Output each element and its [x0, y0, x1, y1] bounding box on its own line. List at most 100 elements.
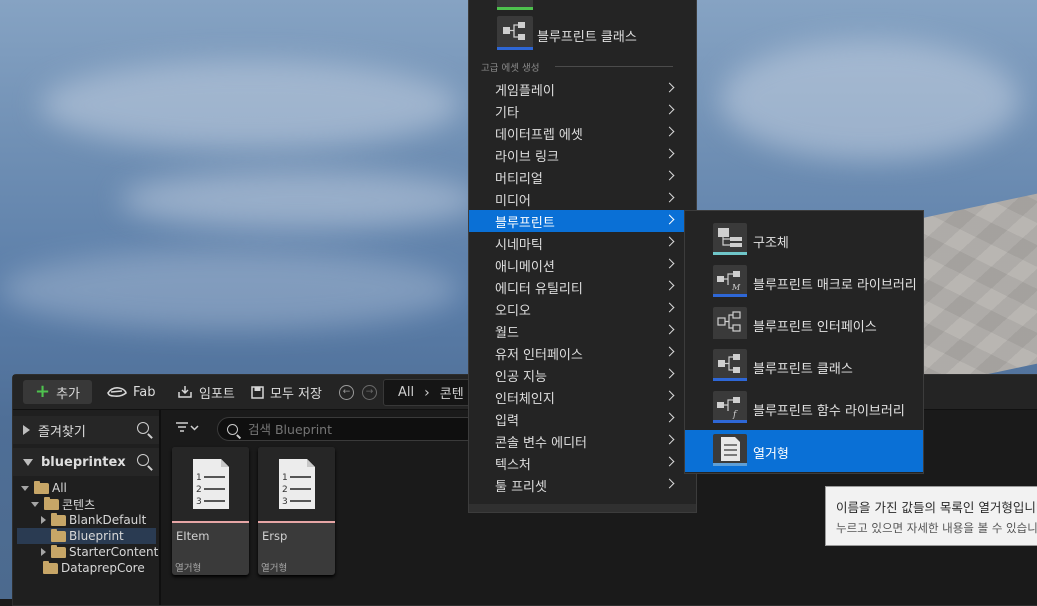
menu-item-label: 인터체인지 [495, 391, 555, 407]
search-box[interactable] [217, 417, 479, 441]
tree-item-label: DataprepCore [61, 561, 145, 575]
menu-item-label: 유저 인터페이스 [495, 347, 583, 363]
search-icon[interactable] [137, 454, 149, 466]
tooltip-hint: 누르고 있으면 자세한 내용을 볼 수 있습니다. [836, 521, 1037, 535]
search-icon [227, 423, 238, 435]
submenu-item-interface[interactable]: 블루프린트 인터페이스 [685, 303, 923, 345]
submenu-item-struct[interactable]: 구조체 [685, 219, 923, 261]
menu-item-live-link[interactable]: 라이브 링크 [469, 144, 696, 166]
menu-item-label: 텍스처 [495, 457, 531, 473]
save-all-button-label: 모두 저장 [270, 386, 322, 402]
menu-item-interchange[interactable]: 인터체인지 [469, 386, 696, 408]
menu-item-dataprep[interactable]: 데이터프렙 에셋 [469, 122, 696, 144]
asset-name: EItem [176, 529, 210, 543]
save-all-button[interactable]: 모두 저장 [243, 380, 330, 404]
svg-text:2: 2 [282, 485, 288, 495]
menu-item-animation[interactable]: 애니메이션 [469, 254, 696, 276]
filter-icon[interactable] [175, 421, 199, 437]
back-arrow-icon[interactable]: ← [339, 385, 354, 400]
project-header[interactable]: blueprintex [13, 448, 159, 476]
menu-item-label: 오디오 [495, 303, 531, 319]
menu-item-world[interactable]: 월드 [469, 320, 696, 342]
menu-item-label: 미디어 [495, 193, 531, 209]
tree-item-label: BlankDefault [69, 513, 147, 527]
function-library-icon: f [713, 391, 747, 423]
svg-text:3: 3 [196, 497, 202, 507]
tree-item-startercontent[interactable]: StarterContent [17, 544, 158, 560]
menu-item-label: 애니메이션 [495, 259, 555, 275]
import-button-label: 임포트 [199, 386, 235, 402]
menu-item-tool-presets[interactable]: 툴 프리셋 [469, 474, 696, 496]
menu-item-label: 데이터프렙 에셋 [495, 127, 583, 143]
menu-item-media[interactable]: 미디어 [469, 188, 696, 210]
chevron-right-icon [664, 456, 675, 467]
chevron-right-icon [664, 324, 675, 335]
folder-icon [43, 560, 58, 574]
menu-item-audio[interactable]: 오디오 [469, 298, 696, 320]
menu-item-cinematics[interactable]: 시네마틱 [469, 232, 696, 254]
chevron-right-icon [664, 148, 675, 159]
submenu-item-blueprint-class[interactable]: 블루프린트 클래스 [685, 345, 923, 387]
asset-tile[interactable]: 1 2 3 EItem 열거형 [172, 447, 249, 575]
menu-item-material[interactable]: 머티리얼 [469, 166, 696, 188]
chevron-right-icon [664, 390, 675, 401]
menu-item-ai[interactable]: 인공 지능 [469, 364, 696, 386]
asset-tile[interactable]: 1 2 3 Ersp 열거형 [258, 447, 335, 575]
enum-document-icon: 1 2 3 [279, 459, 315, 509]
menu-item-label: 에디터 유틸리티 [495, 281, 583, 297]
tree-item-blueprint[interactable]: Blueprint [17, 528, 156, 544]
tree-item-blankdefault[interactable]: BlankDefault [17, 512, 156, 528]
menu-item-user-interface[interactable]: 유저 인터페이스 [469, 342, 696, 364]
submenu-item-enum[interactable]: 열거형 [685, 430, 923, 472]
chevron-right-icon [664, 434, 675, 445]
blueprint-class-icon [497, 16, 533, 50]
expand-arrow-icon [41, 516, 46, 524]
submenu-item-macro-library[interactable]: M 블루프린트 매크로 라이브러리 [685, 261, 923, 303]
breadcrumb-all[interactable]: All [398, 385, 414, 400]
menu-item-label: 기타 [495, 105, 519, 121]
menu-item-input[interactable]: 입력 [469, 408, 696, 430]
menu-item-console-variables[interactable]: 콘솔 변수 에디터 [469, 430, 696, 452]
menu-item-editor-utility[interactable]: 에디터 유틸리티 [469, 276, 696, 298]
chevron-right-icon [664, 104, 675, 115]
menu-scrollbar[interactable] [469, 504, 696, 512]
tree-item-dataprepcore[interactable]: DataprepCore [17, 560, 156, 576]
search-icon[interactable] [137, 422, 149, 434]
folder-icon [51, 544, 66, 558]
folder-icon [51, 528, 66, 542]
menu-item-gameplay[interactable]: 게임플레이 [469, 78, 696, 100]
menu-item-misc[interactable]: 기타 [469, 100, 696, 122]
chevron-right-icon [664, 368, 675, 379]
blueprint-class-label[interactable]: 블루프린트 클래스 [537, 26, 637, 45]
menu-item-label: 시네마틱 [495, 237, 543, 253]
tree-item-content[interactable]: 콘텐츠 [17, 496, 170, 512]
collapse-arrow-icon [21, 485, 29, 491]
chevron-right-icon [664, 214, 675, 225]
chevron-right-icon: › [424, 384, 430, 401]
section-divider [555, 66, 673, 67]
menu-item-label: 월드 [495, 325, 519, 341]
enum-tooltip: 이름을 가진 값들의 목록인 열거형입니다. 누르고 있으면 자세한 내용을 볼… [825, 486, 1037, 546]
breadcrumb-content[interactable]: 콘텐 [440, 383, 464, 402]
import-button[interactable]: 임포트 [169, 380, 243, 404]
menu-item-label: 입력 [495, 413, 519, 429]
asset-name: Ersp [262, 529, 288, 543]
submenu-item-function-library[interactable]: f 블루프린트 함수 라이브러리 [685, 387, 923, 429]
fab-button-label: Fab [133, 384, 156, 400]
blueprint-class-icon [713, 349, 747, 381]
menu-item-blueprint[interactable]: 블루프린트 [469, 210, 696, 232]
fab-button[interactable]: Fab [99, 380, 164, 404]
chevron-right-icon [664, 192, 675, 203]
chevron-right-icon [664, 258, 675, 269]
expand-arrow-icon [41, 548, 46, 556]
struct-icon [713, 223, 747, 255]
chevron-right-icon [664, 280, 675, 291]
forward-arrow-icon[interactable]: → [362, 385, 377, 400]
folder-icon [51, 512, 66, 526]
asset-type: 열거형 [175, 563, 202, 574]
favorites-header[interactable]: 즐겨찾기 [13, 416, 159, 444]
menu-item-texture[interactable]: 텍스처 [469, 452, 696, 474]
tree-item-all[interactable]: All [17, 480, 160, 496]
add-button[interactable]: + 추가 [23, 380, 93, 404]
search-input[interactable] [246, 420, 470, 438]
